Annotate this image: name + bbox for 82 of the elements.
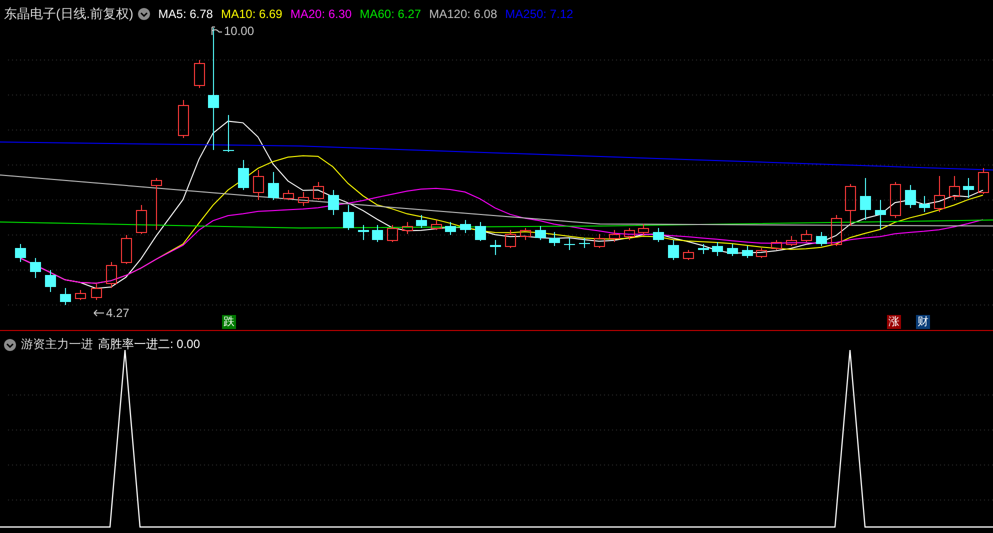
candlestick — [771, 240, 782, 250]
candlestick — [30, 258, 41, 278]
candlestick — [801, 230, 812, 242]
candlestick — [283, 190, 294, 200]
candlestick — [358, 224, 369, 240]
candlestick — [460, 220, 471, 234]
candlestick — [786, 236, 797, 246]
candlestick — [475, 222, 486, 242]
dropdown-icon[interactable] — [4, 338, 16, 350]
candlestick — [756, 248, 767, 258]
candlestick — [594, 234, 605, 248]
candlestick — [194, 60, 205, 88]
candlestick — [963, 178, 974, 198]
candlestick — [15, 244, 26, 262]
moving-average-value: MA120: 6.08 — [429, 7, 498, 21]
candlestick — [268, 172, 279, 200]
price-label: 4.27 — [106, 306, 130, 320]
candlestick — [683, 250, 694, 260]
candlestick — [638, 224, 649, 236]
candlestick — [742, 246, 753, 258]
candlestick — [313, 182, 324, 200]
candlestick — [520, 228, 531, 240]
candlestick — [609, 230, 620, 242]
candlestick — [223, 114, 234, 152]
candlestick — [253, 170, 264, 200]
candlestick — [978, 168, 989, 194]
moving-average-value: MA60: 6.27 — [360, 7, 422, 21]
candlestick — [387, 224, 398, 242]
candlestick — [535, 226, 546, 240]
arrow-icon — [211, 26, 223, 36]
candlestick — [343, 204, 354, 230]
event-marker[interactable]: 财 — [916, 315, 930, 329]
candlestick — [121, 234, 132, 264]
candlestick — [45, 270, 56, 292]
event-marker[interactable]: 跌 — [222, 315, 236, 329]
candlestick — [75, 290, 86, 300]
candlestick — [416, 214, 427, 228]
candlestick — [875, 200, 886, 230]
candlestick — [178, 100, 189, 138]
candlestick — [549, 232, 560, 246]
candlestick — [727, 244, 738, 256]
candlestick — [845, 184, 856, 226]
moving-average-value: MA10: 6.69 — [220, 7, 282, 21]
candlestick — [831, 214, 842, 246]
arrow-icon — [93, 308, 105, 318]
candlestick — [653, 228, 664, 242]
candlestick — [372, 224, 383, 242]
candlestick — [106, 262, 117, 288]
candlestick — [905, 184, 916, 208]
candlestick — [934, 176, 945, 212]
event-marker[interactable]: 涨 — [887, 315, 901, 329]
dropdown-icon[interactable] — [138, 8, 150, 20]
candlestick — [445, 222, 456, 236]
moving-average-value: MA250: 7.12 — [505, 7, 574, 21]
candlestick — [238, 160, 249, 190]
candlestick — [564, 238, 575, 250]
stock-title: 东晶电子(日线.前复权) — [4, 5, 134, 23]
candlestick — [668, 240, 679, 260]
candlestick — [860, 178, 871, 220]
moving-average-value: MA5: 6.78 — [158, 7, 213, 21]
candlestick — [624, 228, 635, 240]
candlestick — [712, 242, 723, 256]
candlestick — [698, 244, 709, 254]
candlestick — [579, 238, 590, 248]
candlestick — [298, 192, 309, 206]
candlestick — [91, 284, 102, 300]
candlestick — [949, 176, 960, 200]
candlestick — [328, 190, 339, 216]
candlestick — [505, 230, 516, 248]
candlestick — [402, 222, 413, 234]
indicator-value: 高胜率一进二: 0.00 — [98, 336, 200, 353]
candlestick — [136, 204, 147, 234]
moving-average-value: MA20: 6.30 — [290, 7, 352, 21]
candlestick — [816, 232, 827, 246]
price-label: 10.00 — [224, 24, 254, 38]
indicator-title: 游资主力一进 — [21, 336, 93, 353]
candlestick — [431, 220, 442, 230]
candlestick — [490, 240, 501, 256]
candlestick — [919, 196, 930, 212]
candlestick — [60, 288, 71, 306]
candlestick — [890, 182, 901, 218]
candlestick — [151, 178, 162, 230]
